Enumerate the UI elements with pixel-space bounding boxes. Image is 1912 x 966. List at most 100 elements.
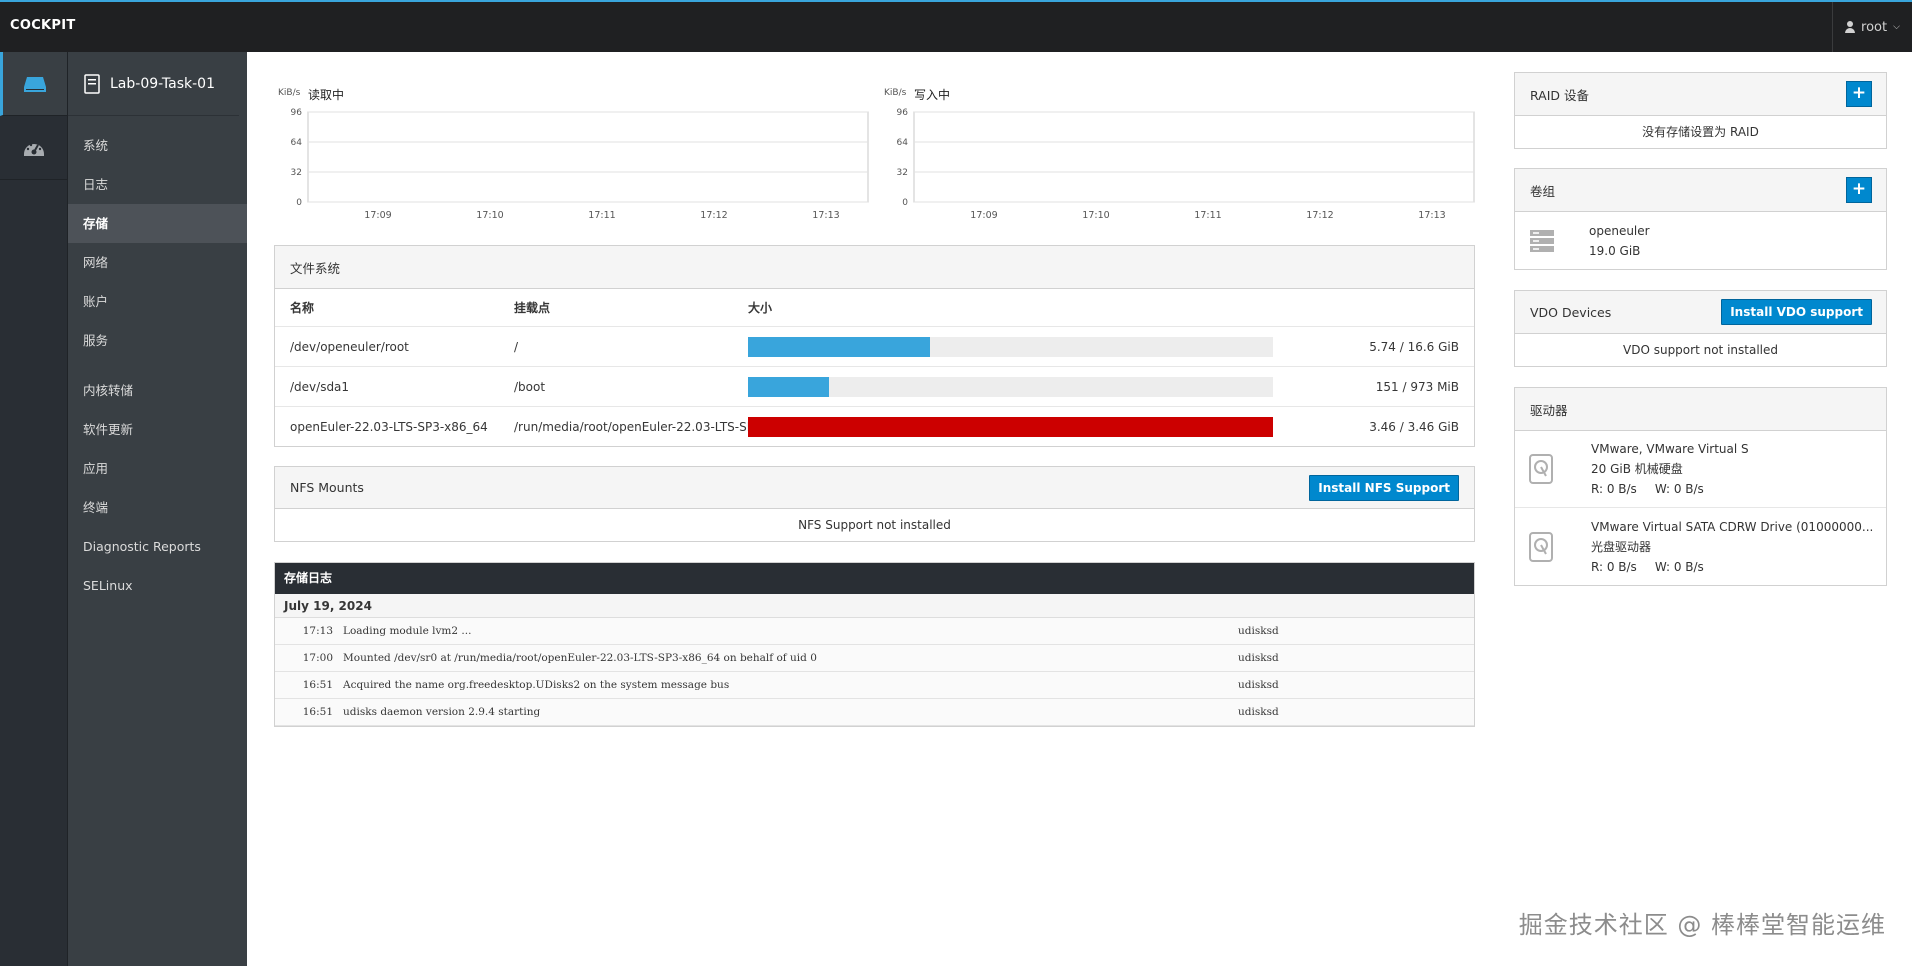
col-name-header: 名称 bbox=[290, 301, 315, 315]
drive-write: W: 0 B/s bbox=[1654, 482, 1704, 496]
nav-selinux[interactable]: SELinux bbox=[68, 566, 247, 605]
top-bar: COCKPIT root ⌵ bbox=[0, 0, 1912, 52]
filesystems-panel: 文件系统 名称 挂载点 大小 /dev/openeuler/root / 5.74 … bbox=[274, 245, 1475, 447]
fs-name: openEuler-22.03-LTS-SP3-x86_64 bbox=[290, 419, 488, 434]
user-icon bbox=[1845, 21, 1856, 33]
install-nfs-button[interactable]: Install NFS Support bbox=[1309, 474, 1459, 501]
vg-title: 卷组 bbox=[1530, 183, 1556, 199]
fs-size: 3.46 / 3.46 GiB bbox=[1369, 419, 1459, 434]
x-tick-label: 17:10 bbox=[1082, 210, 1109, 221]
fs-mount: / bbox=[514, 339, 519, 354]
log-entry[interactable]: 17:13 Loading module lvm2 ... udisksd bbox=[275, 618, 1474, 645]
drive-write: W: 0 B/s bbox=[1654, 559, 1704, 574]
x-tick-label: 17:12 bbox=[700, 210, 727, 221]
dashboard-icon bbox=[23, 143, 44, 156]
log-time: 16:51 bbox=[302, 706, 333, 718]
add-vg-button[interactable]: + bbox=[1846, 177, 1872, 203]
nav-services[interactable]: 服务 bbox=[68, 321, 247, 360]
log-source: udisksd bbox=[1238, 706, 1279, 718]
fs-usage-bar bbox=[748, 336, 1273, 357]
nav-terminal[interactable]: 终端 bbox=[68, 488, 247, 527]
filesystem-row[interactable]: openEuler-22.03-LTS-SP3-x86_64/run/media… bbox=[275, 406, 1474, 446]
volume-group-icon bbox=[1530, 229, 1554, 252]
drive-name: VMware Virtual SATA CDRW Drive (01000000… bbox=[1591, 519, 1874, 534]
hard-disk-icon bbox=[1529, 454, 1553, 484]
fs-name: /dev/sda1 bbox=[290, 379, 350, 394]
chevron-down-icon: ⌵ bbox=[1893, 22, 1900, 32]
install-vdo-button[interactable]: Install VDO support bbox=[1721, 299, 1872, 325]
col-mount-header: 挂载点 bbox=[514, 301, 551, 315]
log-message: Acquired the name org.freedesktop.UDisks… bbox=[343, 679, 730, 691]
nav-accounts[interactable]: 账户 bbox=[68, 282, 247, 321]
nav-storage[interactable]: 存储 bbox=[68, 204, 247, 243]
nav-diagnostic-reports[interactable]: Diagnostic Reports bbox=[68, 527, 247, 566]
filesystems-header-row: 名称 挂载点 大小 bbox=[275, 289, 1474, 326]
vg-item[interactable]: openeuler 19.0 GiB bbox=[1515, 212, 1886, 269]
host-rail bbox=[0, 52, 68, 966]
nav-kdump[interactable]: 内核转储 bbox=[68, 371, 247, 410]
drive-item[interactable]: VMware, VMware Virtual S 20 GiB 机械硬盘 R: … bbox=[1515, 431, 1886, 508]
write-chart-unit: KiB/s bbox=[884, 88, 907, 98]
write-chart: KiB/s 写入中 96 64 32 0 17:09 17:10 17:11 17:12 17:… bbox=[884, 80, 1476, 230]
log-message: udisks daemon version 2.9.4 starting bbox=[343, 706, 541, 718]
write-chart-title: 写入中 bbox=[914, 88, 951, 102]
log-entry[interactable]: 17:00 Mounted /dev/sr0 at /run/media/root… bbox=[275, 645, 1474, 672]
col-size-header: 大小 bbox=[748, 301, 773, 315]
plot-area bbox=[307, 111, 869, 203]
log-source: udisksd bbox=[1238, 625, 1279, 637]
add-raid-button[interactable]: + bbox=[1846, 81, 1872, 107]
nav-logs[interactable]: 日志 bbox=[68, 165, 247, 204]
log-time: 17:13 bbox=[302, 625, 333, 637]
write-chart-plot: 96 64 32 0 17:09 17:10 17:11 17:12 17:13 bbox=[897, 108, 1475, 221]
storage-log-date: July 19, 2024 bbox=[275, 594, 1474, 618]
x-tick-label: 17:09 bbox=[364, 210, 391, 221]
filesystem-row[interactable]: /dev/sda1/boot 151 / 973 MiB bbox=[275, 366, 1474, 406]
log-entry[interactable]: 16:51 udisks daemon version 2.9.4 startin… bbox=[275, 699, 1474, 726]
raid-panel: RAID 设备 + 没有存储设置为 RAID bbox=[1514, 72, 1887, 149]
user-name: root bbox=[1861, 19, 1888, 35]
fs-usage-fill bbox=[748, 376, 830, 397]
raid-message: 没有存储设置为 RAID bbox=[1642, 125, 1759, 139]
log-time: 16:51 bbox=[302, 679, 333, 691]
read-chart-title: 读取中 bbox=[308, 88, 345, 102]
drives-title: 驱动器 bbox=[1530, 402, 1568, 418]
drives-panel: 驱动器 VMware, VMware Virtual S 20 GiB 机械硬盘… bbox=[1514, 387, 1887, 586]
user-menu[interactable]: root ⌵ bbox=[1832, 2, 1912, 52]
log-message: Mounted /dev/sr0 at /run/media/root/open… bbox=[343, 652, 817, 664]
raid-title: RAID 设备 bbox=[1530, 87, 1590, 103]
storage-log: 存储日志 July 19, 2024 17:13 Loading module l… bbox=[274, 562, 1475, 727]
y-tick-label: 0 bbox=[296, 198, 302, 208]
nav-apps[interactable]: 应用 bbox=[68, 449, 247, 488]
vdo-panel: VDO Devices Install VDO support VDO supp… bbox=[1514, 290, 1887, 367]
vg-name: openeuler bbox=[1589, 223, 1650, 238]
vg-size: 19.0 GiB bbox=[1589, 243, 1641, 258]
nav-network[interactable]: 网络 bbox=[68, 243, 247, 282]
y-tick-label: 96 bbox=[897, 108, 909, 118]
host-header[interactable]: Lab-09-Task-01 bbox=[68, 52, 239, 116]
log-source: udisksd bbox=[1238, 652, 1279, 664]
storage-log-title: 存储日志 bbox=[275, 563, 1474, 594]
x-tick-label: 17:11 bbox=[588, 210, 615, 221]
x-tick-label: 17:11 bbox=[1194, 210, 1221, 221]
nav-system[interactable]: 系统 bbox=[68, 126, 247, 165]
y-tick-label: 96 bbox=[291, 108, 303, 118]
y-tick-label: 32 bbox=[897, 168, 908, 178]
drive-read: R: 0 B/s bbox=[1591, 482, 1637, 496]
filesystems-title: 文件系统 bbox=[290, 260, 341, 276]
x-tick-label: 17:12 bbox=[1306, 210, 1333, 221]
rail-dashboard[interactable] bbox=[0, 116, 67, 180]
host-name: Lab-09-Task-01 bbox=[110, 75, 215, 92]
fs-usage-bar bbox=[748, 416, 1273, 437]
log-entry[interactable]: 16:51 Acquired the name org.freedesktop.U… bbox=[275, 672, 1474, 699]
filesystem-row[interactable]: /dev/openeuler/root / 5.74 / 16.6 GiB bbox=[275, 326, 1474, 366]
drive-item[interactable]: VMware Virtual SATA CDRW Drive (01000000… bbox=[1515, 508, 1886, 585]
plot-area bbox=[913, 111, 1475, 203]
fs-mount: /boot bbox=[514, 379, 546, 394]
volume-groups-panel: 卷组 + openeuler 19.0 GiB bbox=[1514, 168, 1887, 270]
brand-logo[interactable]: COCKPIT bbox=[10, 18, 76, 33]
optical-drive-icon bbox=[1529, 531, 1553, 562]
vdo-message: VDO support not installed bbox=[1623, 343, 1778, 357]
rail-hosts[interactable] bbox=[0, 52, 67, 116]
x-tick-label: 17:09 bbox=[970, 210, 997, 221]
nav-updates[interactable]: 软件更新 bbox=[68, 410, 247, 449]
